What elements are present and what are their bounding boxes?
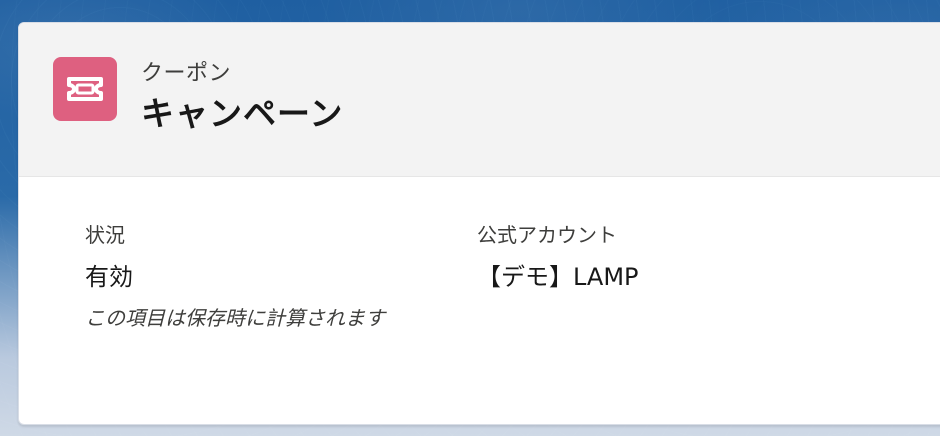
record-details: 状況 有効 この項目は保存時に計算されます 公式アカウント 【デモ】LAMP [19, 177, 940, 424]
ticket-icon [53, 57, 117, 121]
official-account-value: 【デモ】LAMP [477, 263, 639, 291]
official-account-label: 公式アカウント [477, 223, 617, 247]
status-field: 状況 有効 この項目は保存時に計算されます [85, 221, 425, 336]
status-help-text: この項目は保存時に計算されます [85, 306, 385, 330]
object-type-label: クーポン [141, 61, 232, 86]
status-value: 有効 [85, 263, 133, 291]
record-card: クーポン キャンペーン 状況 有効 この項目は保存時に計算されます 公式アカウン… [18, 22, 940, 425]
record-header: クーポン キャンペーン [19, 23, 940, 177]
official-account-field: 公式アカウント 【デモ】LAMP [477, 221, 897, 292]
record-title: キャンペーン [141, 94, 344, 133]
status-label: 状況 [85, 223, 125, 247]
